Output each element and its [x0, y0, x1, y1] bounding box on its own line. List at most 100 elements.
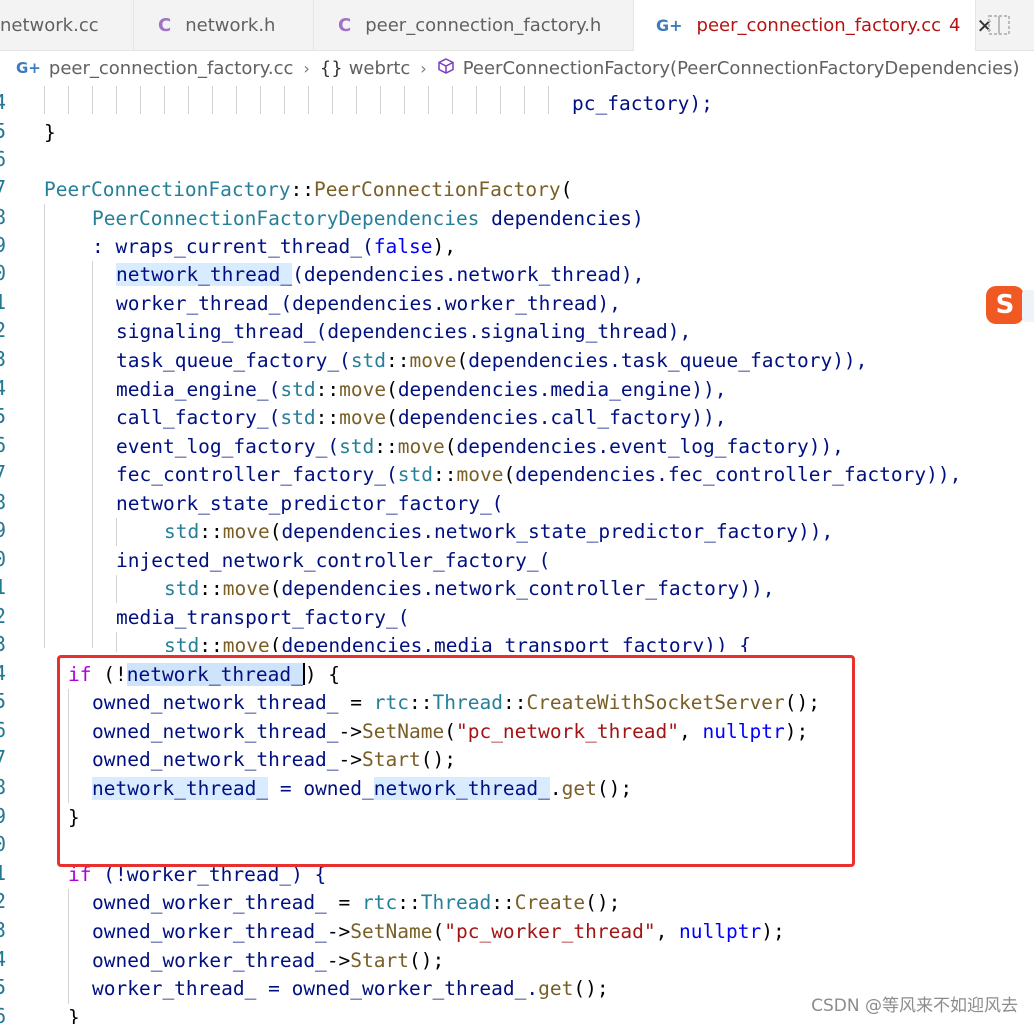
code-line: media_engine_(std::move(dependencies.med… [116, 378, 727, 401]
line-number: 4 [0, 661, 7, 685]
indent-guide [236, 86, 237, 114]
tab-network-h[interactable]: C network.h [134, 0, 314, 50]
code-line: worker_thread_ = owned_worker_thread_.ge… [92, 977, 609, 1000]
c-header-icon: C [158, 14, 172, 36]
line-number: 8 [0, 775, 7, 799]
indent-guide [116, 575, 117, 603]
indent-guide [140, 86, 141, 114]
code-line: signaling_thread_(dependencies.signaling… [116, 320, 692, 343]
line-number: 4 [0, 376, 7, 400]
line-number: 7 [0, 746, 7, 770]
code-line: std::move(dependencies.media_transport_f… [164, 634, 752, 652]
code-line: std::move(dependencies.network_state_pre… [164, 520, 834, 543]
line-number: 1 [0, 290, 7, 314]
line-number: 2 [0, 604, 7, 628]
namespace-icon: {} [319, 57, 343, 79]
cpp-file-icon: G+ [656, 16, 683, 35]
indent-guide [548, 86, 549, 114]
code-line: owned_worker_thread_->SetName("pc_worker… [92, 920, 785, 943]
line-number: 9 [0, 233, 7, 257]
chevron-right-icon: › [420, 58, 427, 78]
line-number: 8 [0, 205, 7, 229]
code-line: injected_network_controller_factory_( [116, 549, 551, 572]
line-number: 7 [0, 461, 7, 485]
line-number: 2 [0, 889, 7, 913]
ime-toolbar-edge[interactable] [1022, 290, 1034, 322]
tab-label: network.cc [0, 14, 99, 36]
code-line: media_transport_factory_( [116, 606, 410, 629]
indent-guide [116, 518, 117, 546]
code-line: task_queue_factory_(std::move(dependenci… [116, 349, 868, 372]
indent-guide [476, 86, 477, 114]
indent-guide [116, 632, 117, 652]
tab-label: peer_connection_factory.cc [696, 15, 942, 36]
breadcrumb-file[interactable]: peer_connection_factory.cc [49, 58, 294, 79]
indent-guide [524, 86, 525, 114]
line-number: 4 [0, 90, 7, 114]
code-line: fec_controller_factory_(std::move(depend… [116, 463, 962, 486]
code-line: owned_worker_thread_->Start(); [92, 949, 445, 972]
indent-guide [380, 86, 381, 114]
split-editor-icon[interactable] [986, 12, 1012, 38]
indent-guide [44, 86, 45, 114]
indent-guide [116, 86, 117, 114]
line-number: 6 [0, 718, 7, 742]
indent-guide [212, 86, 213, 114]
breadcrumb-symbol[interactable]: PeerConnectionFactory(PeerConnectionFact… [463, 58, 1020, 79]
indent-guide [308, 86, 309, 114]
line-number: 5 [0, 975, 7, 999]
indent-guide [44, 204, 45, 648]
line-number: 2 [0, 318, 7, 342]
indent-guide [428, 86, 429, 114]
indent-guide [500, 86, 501, 114]
line-number: 0 [0, 547, 7, 571]
line-number: 0 [0, 832, 7, 856]
breadcrumb: G+ peer_connection_factory.cc › {} webrt… [0, 51, 1034, 85]
indent-guide [452, 86, 453, 114]
method-cube-icon [437, 57, 455, 80]
editor-tab-bar: network.cc C network.h C peer_connection… [0, 0, 1034, 51]
line-number: 9 [0, 518, 7, 542]
line-number: 6 [0, 1004, 7, 1024]
code-line: network_thread_(dependencies.network_thr… [116, 263, 645, 286]
ime-sogou-icon[interactable]: S [986, 286, 1024, 324]
code-line: call_factory_(std::move(dependencies.cal… [116, 406, 727, 429]
line-number: 6 [0, 147, 7, 171]
code-line: owned_worker_thread_ = rtc::Thread::Crea… [92, 891, 621, 914]
code-line: network_state_predictor_factory_( [116, 492, 504, 515]
csdn-watermark: CSDN @等风来不如迎风去 [811, 996, 1018, 1016]
line-number: 5 [0, 119, 7, 143]
line-number: 3 [0, 347, 7, 371]
breadcrumb-namespace[interactable]: webrtc [349, 58, 411, 79]
c-header-icon: C [338, 14, 352, 36]
tab-peer-connection-factory-h[interactable]: C peer_connection_factory.h [314, 0, 634, 50]
indent-guide [92, 261, 93, 648]
annotation-highlight-box [57, 655, 855, 867]
line-number: 3 [0, 632, 7, 656]
problems-count-badge: 4 [949, 15, 961, 36]
tab-network-cc[interactable]: network.cc [0, 0, 134, 50]
code-line: PeerConnectionFactory::PeerConnectionFac… [44, 178, 573, 201]
line-number: 5 [0, 404, 7, 428]
line-number: 7 [0, 176, 7, 200]
indent-guide [284, 86, 285, 114]
indent-guide [332, 86, 333, 114]
code-line: : wraps_current_thread_(false), [92, 235, 456, 258]
cpp-file-icon: G+ [16, 59, 41, 77]
code-line: } [44, 121, 56, 144]
line-number: 9 [0, 804, 7, 828]
line-number: 8 [0, 490, 7, 514]
line-number: 1 [0, 575, 7, 599]
tab-peer-connection-factory-cc[interactable]: G+ peer_connection_factory.cc 4 ✕ [634, 0, 993, 51]
chevron-right-icon: › [303, 58, 310, 78]
code-editor[interactable]: 4 5 6 7 8 9 0 1 2 3 4 5 6 7 8 9 0 1 2 3 … [0, 86, 1034, 1024]
indent-guide [164, 86, 165, 114]
line-number: 6 [0, 433, 7, 457]
code-line: worker_thread_(dependencies.worker_threa… [116, 292, 621, 315]
indent-guide [68, 889, 69, 1004]
indent-guide [260, 86, 261, 114]
code-line: event_log_factory_(std::move(dependencie… [116, 435, 844, 458]
indent-guide [188, 86, 189, 114]
indent-guide [356, 86, 357, 114]
code-line: } [68, 1006, 80, 1024]
